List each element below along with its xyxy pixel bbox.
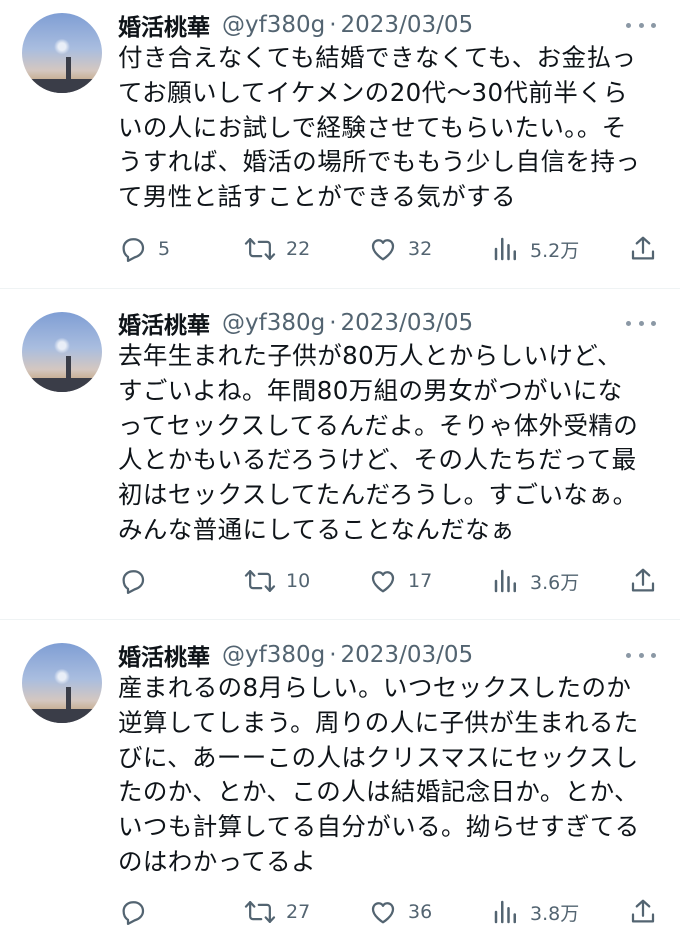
tweet-text-line: ってセックスしてるんだよ。そりゃ体外受精の: [118, 410, 639, 440]
avatar[interactable]: [22, 643, 102, 723]
views-icon: [494, 237, 516, 261]
retweet-icon: [244, 238, 276, 260]
user-handle[interactable]: @yf380g: [222, 12, 325, 38]
retweet-icon: [244, 570, 276, 592]
tweet-date[interactable]: 2023/03/05: [341, 310, 474, 336]
tweet-date[interactable]: 2023/03/05: [341, 12, 474, 38]
retweet-count: 22: [286, 238, 311, 260]
reply-count: 5: [158, 238, 171, 260]
retweet-button[interactable]: 22: [244, 234, 310, 264]
avatar[interactable]: [22, 13, 102, 93]
like-count: 32: [408, 238, 433, 260]
more-icon[interactable]: [626, 19, 656, 31]
tweet-text: 去年生まれた子供が80万人とからしいけど、 すごいよね。年間80万組の男女がつが…: [118, 339, 664, 548]
retweet-count: 27: [286, 901, 311, 923]
tweet-header: 婚活桃華 @yf380g · 2023/03/05: [118, 639, 473, 671]
tweet-2[interactable]: 婚活桃華 @yf380g · 2023/03/05 去年生まれた子供が80万人と…: [0, 289, 680, 619]
tweet-text-line: たのか、とか、この人は結婚記念日か。とか、: [118, 777, 639, 807]
tweet-date[interactable]: 2023/03/05: [341, 642, 474, 668]
retweet-count: 10: [286, 570, 311, 592]
tweet-text-line: すごいよね。年間80万組の男女がつがいにな: [118, 375, 623, 405]
tweet-text: 産まれるの8月らしい。いつセックスしたのか 逆算してしまう。周りの人に子供が生ま…: [118, 671, 664, 880]
tweet-header: 婚活桃華 @yf380g · 2023/03/05: [118, 307, 473, 339]
views-button[interactable]: 3.6万: [492, 566, 579, 596]
reply-icon: [122, 238, 145, 262]
user-handle[interactable]: @yf380g: [222, 642, 325, 668]
tweet-actions: 27 36 3.8万: [118, 897, 664, 927]
tweet-text-line: 逆算してしまう。周りの人に子供が生まれるた: [118, 707, 639, 737]
separator-dot: ·: [329, 12, 337, 38]
tweet-text-line: びに、あーーこの人はクリスマスにセックスし: [118, 742, 639, 772]
views-button[interactable]: 5.2万: [492, 234, 579, 264]
views-button[interactable]: 3.8万: [492, 897, 579, 927]
share-button[interactable]: [628, 566, 658, 596]
tweet-3[interactable]: 婚活桃華 @yf380g · 2023/03/05 産まれるの8月らしい。いつセ…: [0, 620, 680, 944]
retweet-button[interactable]: 10: [244, 566, 310, 596]
display-name[interactable]: 婚活桃華: [118, 8, 210, 42]
reply-button[interactable]: [118, 566, 158, 596]
tweet-text-line: て男性と話すことができる気がする: [118, 182, 516, 212]
tweet-text-line: 去年生まれた子供が80万人とからしいけど、: [118, 341, 622, 370]
tweet-text-line: いつも計算してる自分がいる。拗らせすぎてる: [118, 812, 640, 842]
views-icon: [494, 569, 516, 593]
retweet-icon: [244, 901, 276, 923]
tweet-text-line: 人とかもいるだろうけど、その人たちだって最: [118, 445, 637, 475]
like-button[interactable]: 32: [368, 234, 432, 264]
tweet-text-line: みんな普通にしてることなんだなぁ: [118, 514, 515, 544]
share-icon: [631, 236, 655, 260]
like-button[interactable]: 17: [368, 566, 432, 596]
views-icon: [494, 900, 516, 924]
heart-icon: [371, 239, 395, 261]
tweet-text-line: 初はセックスしてたんだろうし。すごいなぁ。: [118, 480, 638, 510]
reply-button[interactable]: 5: [118, 234, 170, 264]
tweet-1[interactable]: 婚活桃華 @yf380g · 2023/03/05 付き合えなくても結婚できなく…: [0, 0, 680, 288]
share-icon: [631, 568, 655, 592]
share-button[interactable]: [628, 234, 658, 264]
views-count: 3.8万: [530, 902, 580, 925]
tweet-text-line: うすれば、婚活の場所でももう少し自信を持っ: [118, 147, 641, 177]
like-count: 17: [408, 570, 433, 592]
avatar[interactable]: [22, 312, 102, 392]
like-button[interactable]: 36: [368, 897, 432, 927]
reply-icon: [122, 901, 145, 925]
more-icon[interactable]: [626, 649, 656, 661]
views-count: 3.6万: [530, 571, 580, 594]
heart-icon: [371, 571, 395, 593]
retweet-button[interactable]: 27: [244, 897, 310, 927]
user-handle[interactable]: @yf380g: [222, 310, 325, 336]
tweet-actions: 5 22 32 5.2万: [118, 234, 664, 264]
reply-icon: [122, 570, 145, 594]
reply-button[interactable]: [118, 897, 158, 927]
display-name[interactable]: 婚活桃華: [118, 638, 210, 672]
tweet-header: 婚活桃華 @yf380g · 2023/03/05: [118, 9, 473, 41]
share-icon: [631, 899, 655, 923]
tweet-text-line: てお願いしてイケメンの20代〜30代前半くら: [118, 77, 628, 107]
separator-dot: ·: [329, 642, 337, 668]
views-count: 5.2万: [530, 239, 580, 262]
tweet-text-line: 付き合えなくても結婚できなくても、お金払っ: [118, 43, 637, 72]
tweet-text-line: 産まれるの8月らしい。いつセックスしたのか: [118, 673, 632, 702]
tweet-actions: 10 17 3.6万: [118, 566, 664, 596]
tweet-text-line: いの人にお試しで経験させてもらいたい。。そ: [118, 112, 627, 142]
heart-icon: [371, 902, 395, 924]
display-name[interactable]: 婚活桃華: [118, 306, 210, 340]
tweet-text-line: のはわかってるよ: [118, 846, 316, 876]
share-button[interactable]: [628, 897, 658, 927]
separator-dot: ·: [329, 310, 337, 336]
tweet-text: 付き合えなくても結婚できなくても、お金払っ てお願いしてイケメンの20代〜30代…: [118, 41, 664, 215]
like-count: 36: [408, 901, 433, 923]
more-icon[interactable]: [626, 317, 656, 329]
